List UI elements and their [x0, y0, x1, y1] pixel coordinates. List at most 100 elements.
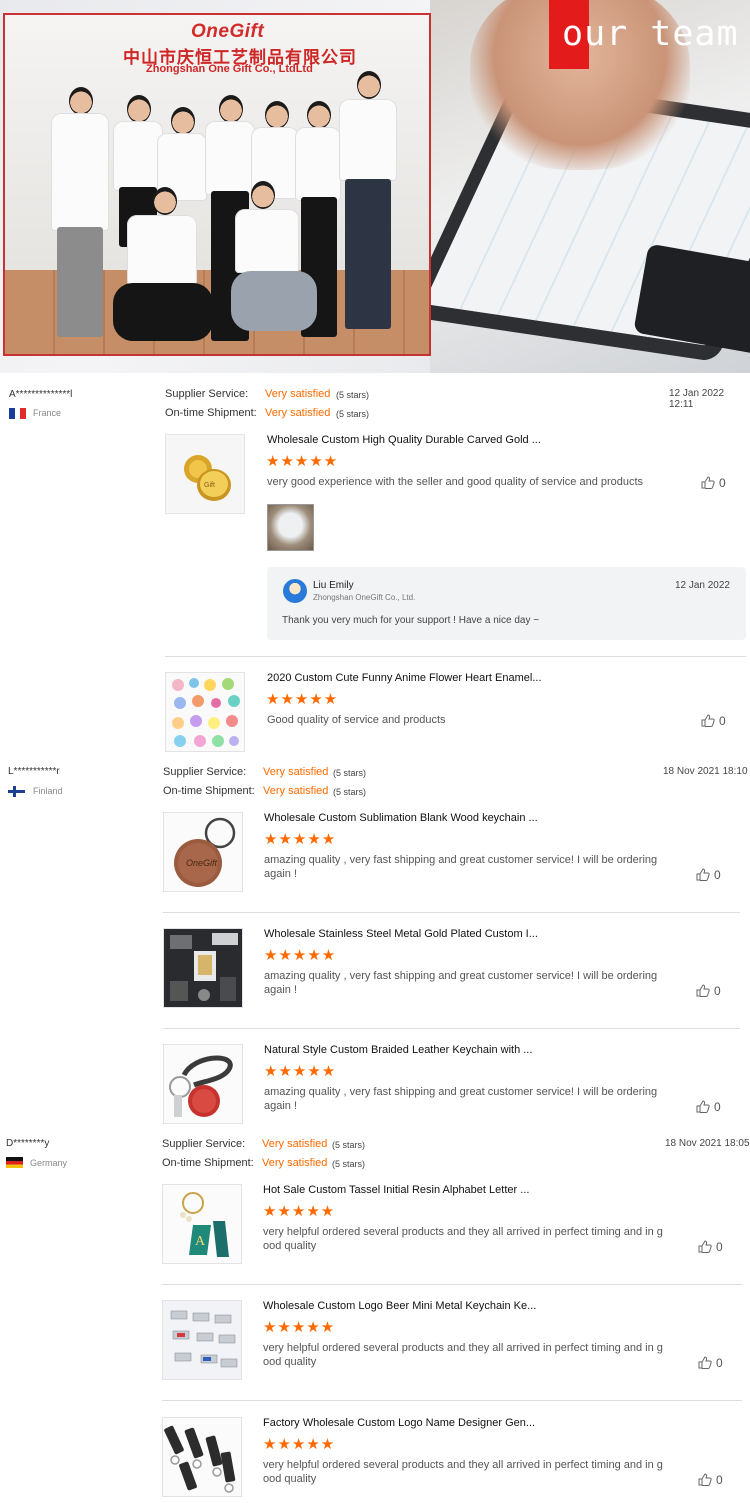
- divider: [163, 912, 740, 913]
- product-image-leather-keychain[interactable]: [163, 1044, 243, 1124]
- shipment-label: On-time Shipment:: [162, 1157, 254, 1169]
- thumbs-up-icon: [698, 1356, 712, 1369]
- review-date: 18 Nov 2021 18:05: [665, 1138, 750, 1149]
- reviewer-country: Finland: [33, 786, 63, 796]
- seller-name: Liu Emily: [313, 580, 354, 591]
- svg-text:OneGift: OneGift: [186, 858, 218, 868]
- review-comment-line: amazing quality , very fast shipping and…: [264, 1086, 658, 1098]
- shipment-stars: (5 stars): [336, 409, 370, 419]
- reviewer-name: L***********r: [8, 766, 60, 777]
- product-title[interactable]: Wholesale Custom Logo Beer Mini Metal Ke…: [263, 1300, 536, 1312]
- france-flag-icon: [9, 408, 26, 419]
- review-comment-line: again !: [264, 868, 298, 880]
- review-comment: very good experience with the seller and…: [267, 476, 644, 488]
- product-image-enamel-pins[interactable]: [165, 672, 245, 752]
- rating-stars: ★★★★★: [264, 831, 337, 848]
- review-comment-line: very helpful ordered several products an…: [263, 1226, 663, 1238]
- supplier-service-label: Supplier Service:: [163, 766, 247, 778]
- supplier-service-stars: (5 stars): [333, 768, 367, 778]
- product-title[interactable]: 2020 Custom Cute Funny Anime Flower Hear…: [267, 672, 542, 684]
- review-comment-line: ood quality: [263, 1356, 317, 1368]
- product-image-tassel-keychain[interactable]: A: [162, 1184, 242, 1264]
- like-button[interactable]: 0: [701, 714, 726, 728]
- review-comment: very helpful ordered several products an…: [263, 1458, 663, 1486]
- company-name-english: Zhongshan One Gift Co., LtdLtd: [146, 63, 313, 75]
- like-button[interactable]: 0: [698, 1356, 723, 1370]
- review-comment: amazing quality , very fast shipping and…: [264, 1085, 657, 1113]
- product-title[interactable]: Wholesale Custom Sublimation Blank Wood …: [264, 812, 538, 824]
- thumbs-up-icon: [701, 476, 715, 489]
- like-button[interactable]: 0: [698, 1240, 723, 1254]
- review-comment: amazing quality , very fast shipping and…: [264, 969, 657, 997]
- product-title[interactable]: Natural Style Custom Braided Leather Key…: [264, 1044, 532, 1056]
- review-comment-line: ood quality: [263, 1240, 317, 1252]
- like-button[interactable]: 0: [696, 868, 721, 882]
- reply-text: Thank you very much for your support ! H…: [282, 615, 540, 626]
- divider: [165, 656, 746, 657]
- review-comment-line: again !: [264, 1100, 298, 1112]
- product-image-steel-gold[interactable]: [163, 928, 243, 1008]
- shipment-label: On-time Shipment:: [163, 785, 255, 797]
- product-image-wood-keychain[interactable]: OneGift: [163, 812, 243, 892]
- rating-stars: ★★★★★: [264, 1063, 337, 1080]
- divider: [162, 1400, 742, 1401]
- rating-stars: ★★★★★: [263, 1203, 336, 1220]
- thumbs-up-icon: [696, 868, 710, 881]
- shipment-rating: Very satisfied: [265, 407, 331, 419]
- product-image-gold-pin[interactable]: Gift: [165, 434, 245, 514]
- team-photo: OneGift 中山市庆恒工艺制品有限公司 Zhongshan One Gift…: [3, 13, 431, 356]
- like-count: 0: [719, 476, 726, 490]
- product-title[interactable]: Factory Wholesale Custom Logo Name Desig…: [263, 1417, 535, 1429]
- review-comment-line: very helpful ordered several products an…: [263, 1459, 663, 1471]
- shipment-rating: Very satisfied: [263, 785, 329, 797]
- divider: [162, 1284, 742, 1285]
- like-count: 0: [714, 868, 721, 882]
- shipment-label: On-time Shipment:: [165, 407, 257, 419]
- thumbs-up-icon: [696, 984, 710, 997]
- svg-text:A: A: [195, 1234, 206, 1249]
- review-date: 12 Jan 2022 12:11: [669, 388, 725, 410]
- review-comment-line: again !: [264, 984, 298, 996]
- like-button[interactable]: 0: [696, 984, 721, 998]
- supplier-service-label: Supplier Service:: [162, 1138, 246, 1150]
- rating-stars: ★★★★★: [266, 453, 339, 470]
- review-photo-thumbnail[interactable]: [267, 504, 314, 551]
- like-count: 0: [716, 1473, 723, 1487]
- product-title[interactable]: Wholesale Custom High Quality Durable Ca…: [267, 434, 541, 446]
- reviewer-country: France: [33, 408, 62, 418]
- review-comment-line: ood quality: [263, 1473, 317, 1485]
- germany-flag-icon: [6, 1157, 23, 1168]
- like-button[interactable]: 0: [696, 1100, 721, 1114]
- team-label: our team: [562, 14, 739, 54]
- seller-avatar: [283, 579, 307, 603]
- product-image-beer-keychain[interactable]: [162, 1300, 242, 1380]
- review-comment-line: very helpful ordered several products an…: [263, 1342, 663, 1354]
- shipment-rating: Very satisfied: [262, 1157, 328, 1169]
- company-logo: OneGift: [191, 21, 265, 42]
- supplier-service-stars: (5 stars): [332, 1140, 366, 1150]
- shipment-stars: (5 stars): [333, 787, 367, 797]
- like-count: 0: [714, 1100, 721, 1114]
- rating-stars: ★★★★★: [266, 691, 339, 708]
- like-count: 0: [716, 1240, 723, 1254]
- thumbs-up-icon: [696, 1100, 710, 1113]
- like-button[interactable]: 0: [701, 476, 726, 490]
- reviewer-name: A**************l: [9, 389, 73, 400]
- review-comment-line: amazing quality , very fast shipping and…: [264, 970, 658, 982]
- thumbs-up-icon: [698, 1473, 712, 1486]
- review-comment: amazing quality , very fast shipping and…: [264, 853, 657, 881]
- finland-flag-icon: [8, 786, 25, 797]
- review-comment: very helpful ordered several products an…: [263, 1341, 663, 1369]
- rating-stars: ★★★★★: [264, 947, 337, 964]
- like-button[interactable]: 0: [698, 1473, 723, 1487]
- product-title[interactable]: Hot Sale Custom Tassel Initial Resin Alp…: [263, 1184, 529, 1196]
- product-title[interactable]: Wholesale Stainless Steel Metal Gold Pla…: [264, 928, 538, 940]
- product-image-designer-keychain[interactable]: [162, 1417, 242, 1497]
- shipment-stars: (5 stars): [332, 1159, 366, 1169]
- seller-reply: Liu Emily Zhongshan OneGift Co., Ltd. 12…: [267, 567, 746, 640]
- thumbs-up-icon: [698, 1240, 712, 1253]
- review-comment: very helpful ordered several products an…: [263, 1225, 663, 1253]
- review-comment: Good quality of service and products: [267, 714, 446, 726]
- supplier-service-label: Supplier Service:: [165, 388, 249, 400]
- review-date: 18 Nov 2021 18:10: [663, 766, 748, 777]
